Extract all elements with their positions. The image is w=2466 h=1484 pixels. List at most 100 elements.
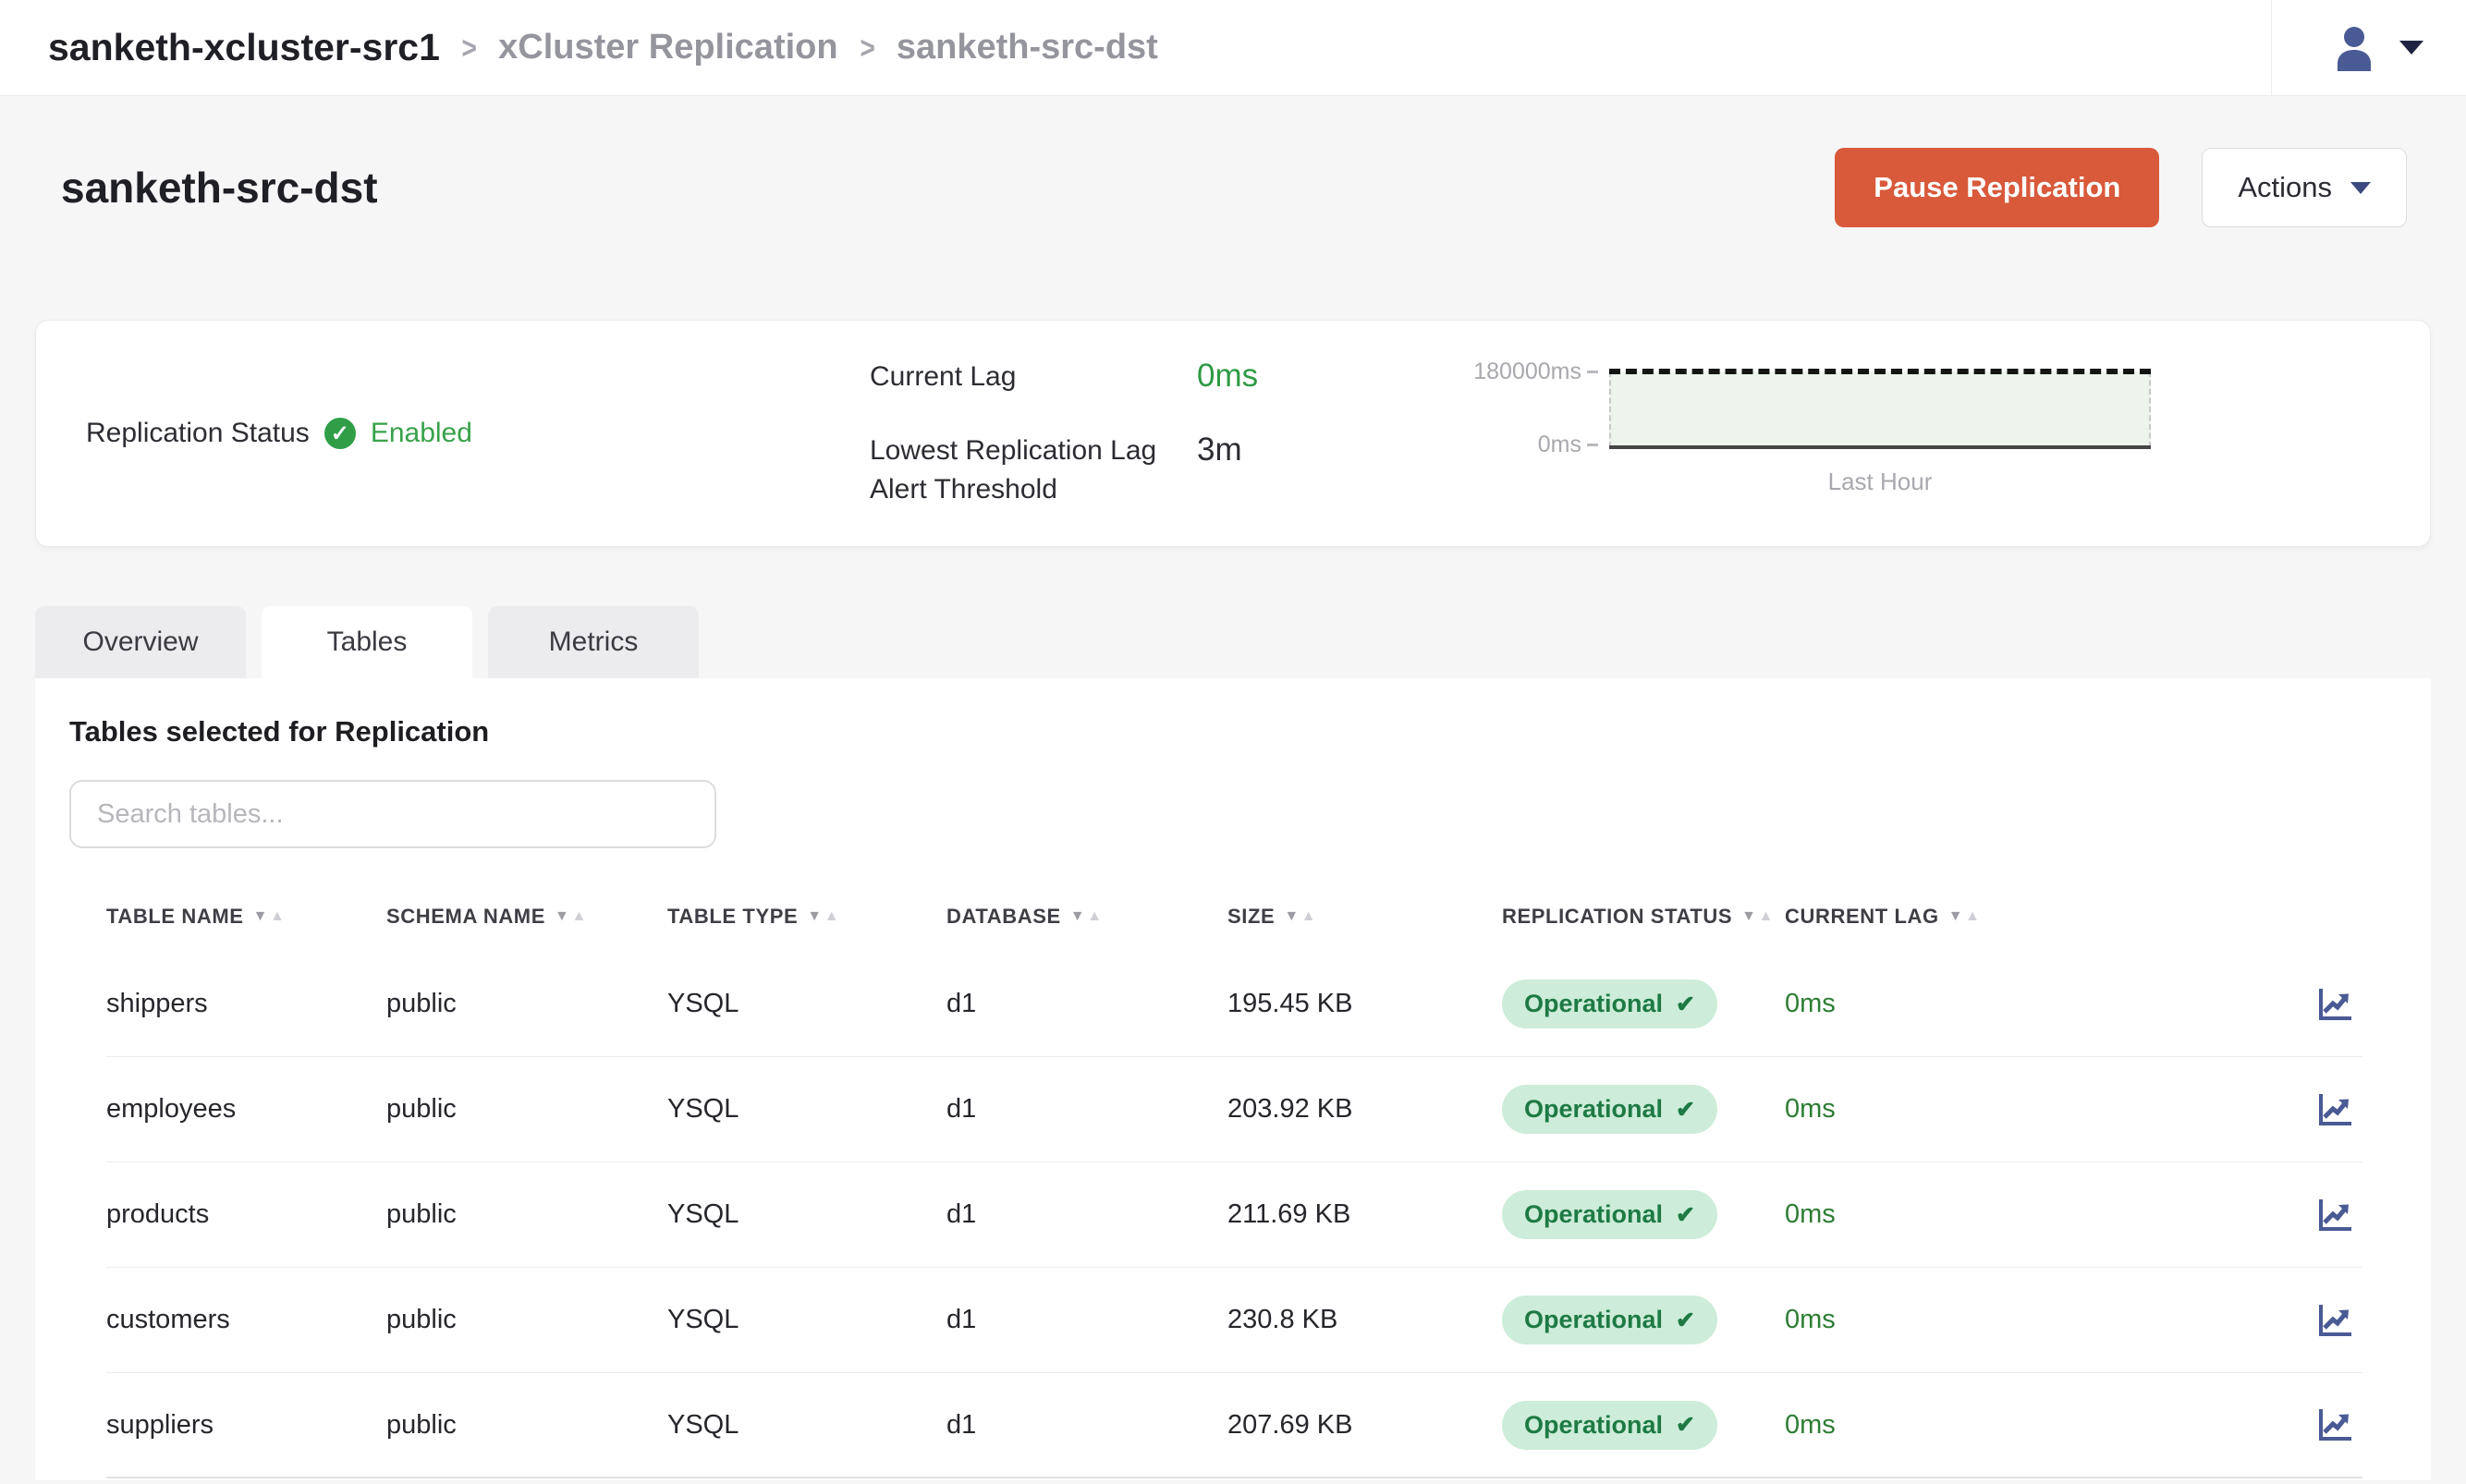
cell-database: d1 xyxy=(946,1094,1227,1125)
status-badge: Operational ✔ xyxy=(1502,1085,1717,1134)
cell-schema-name: public xyxy=(386,1199,667,1230)
chart-line-icon xyxy=(2314,1300,2355,1341)
column-header[interactable]: SIZE ▼ ▲ xyxy=(1227,905,1502,929)
breadcrumb-separator: > xyxy=(461,30,476,66)
cell-schema-name: public xyxy=(386,1094,667,1125)
replication-status-label: Replication Status xyxy=(86,418,310,449)
table-row: shippers public YSQL d1 195.45 KB Operat… xyxy=(106,952,2362,1057)
cell-current-lag: 0ms xyxy=(1785,1094,2173,1125)
check-icon: ✔ xyxy=(1676,1201,1695,1229)
cell-table-name: suppliers xyxy=(106,1410,386,1441)
cell-table-type: YSQL xyxy=(667,1305,946,1335)
tables-panel-heading: Tables selected for Replication xyxy=(69,715,2362,748)
cell-size: 195.45 KB xyxy=(1227,989,1502,1019)
column-header[interactable]: REPLICATION STATUS ▼ ▲ xyxy=(1502,905,1785,929)
chart-line-icon xyxy=(2314,984,2355,1025)
chart-line-icon xyxy=(2314,1195,2355,1235)
cell-table-type: YSQL xyxy=(667,989,946,1019)
cell-table-name: employees xyxy=(106,1094,386,1125)
sort-icon[interactable]: ▼ ▲ xyxy=(1070,909,1103,924)
chart-line-icon xyxy=(2314,1089,2355,1130)
search-tables-input[interactable] xyxy=(69,780,716,848)
caret-down-icon xyxy=(2399,41,2423,55)
lag-threshold-value: 3m xyxy=(1197,432,1480,468)
top-navbar: sanketh-xcluster-src1 > xCluster Replica… xyxy=(0,0,2466,96)
page-title: sanketh-src-dst xyxy=(61,163,378,213)
cell-current-lag: 0ms xyxy=(1785,1410,2173,1441)
current-lag-value: 0ms xyxy=(1197,358,1480,395)
lag-threshold-label: Lowest Replication Lag Alert Threshold xyxy=(870,432,1166,509)
column-header[interactable]: CURRENT LAG ▼ ▲ xyxy=(1785,905,2173,929)
sort-icon[interactable]: ▼ ▲ xyxy=(555,909,587,924)
pause-replication-button[interactable]: Pause Replication xyxy=(1835,148,2159,227)
tab-bar: OverviewTablesMetrics xyxy=(35,606,2431,678)
actions-button[interactable]: Actions xyxy=(2202,148,2407,227)
user-icon xyxy=(2333,25,2375,71)
table-row: customers public YSQL d1 230.8 KB Operat… xyxy=(106,1268,2362,1373)
sort-icon[interactable]: ▼ ▲ xyxy=(1741,909,1774,924)
table-row: products public YSQL d1 211.69 KB Operat… xyxy=(106,1162,2362,1268)
replication-tables-table: TABLE NAME ▼ ▲ SCHEMA NAME ▼ ▲ TABLE TYP… xyxy=(106,882,2362,1478)
replication-status: Replication Status ✓ Enabled xyxy=(36,418,870,449)
column-header[interactable]: TABLE NAME ▼ ▲ xyxy=(106,905,386,929)
lag-metrics: Current Lag 0ms Lowest Replication Lag A… xyxy=(870,358,1480,509)
sort-icon[interactable]: ▼ ▲ xyxy=(253,909,286,924)
tab-metrics[interactable]: Metrics xyxy=(488,606,699,678)
user-menu[interactable] xyxy=(2272,25,2466,71)
table-row: suppliers public YSQL d1 207.69 KB Opera… xyxy=(106,1373,2362,1478)
view-lag-chart-button[interactable] xyxy=(2314,1195,2355,1235)
cell-size: 230.8 KB xyxy=(1227,1305,1502,1335)
current-lag-label: Current Lag xyxy=(870,358,1166,396)
replication-status-value: Enabled xyxy=(371,418,472,449)
column-header[interactable]: DATABASE ▼ ▲ xyxy=(946,905,1227,929)
cell-current-lag: 0ms xyxy=(1785,989,2173,1019)
table-header-row: TABLE NAME ▼ ▲ SCHEMA NAME ▼ ▲ TABLE TYP… xyxy=(106,882,2362,952)
cell-schema-name: public xyxy=(386,1305,667,1335)
cell-database: d1 xyxy=(946,989,1227,1019)
check-icon: ✔ xyxy=(1676,991,1695,1018)
cell-table-type: YSQL xyxy=(667,1199,946,1230)
sort-icon[interactable]: ▼ ▲ xyxy=(1948,909,1981,924)
caret-down-icon xyxy=(2350,182,2371,194)
cell-table-type: YSQL xyxy=(667,1410,946,1441)
status-badge: Operational ✔ xyxy=(1502,979,1717,1028)
cell-current-lag: 0ms xyxy=(1785,1305,2173,1335)
lag-chart-x-label: Last Hour xyxy=(1609,468,2151,496)
tab-tables[interactable]: Tables xyxy=(262,606,472,678)
lag-threshold-line xyxy=(1609,369,2151,374)
view-lag-chart-button[interactable] xyxy=(2314,984,2355,1025)
replication-status-card: Replication Status ✓ Enabled Current Lag… xyxy=(35,320,2431,547)
breadcrumb-universe[interactable]: sanketh-xcluster-src1 xyxy=(48,26,440,69)
check-icon: ✔ xyxy=(1676,1096,1695,1124)
chart-line-icon xyxy=(2314,1405,2355,1445)
page-header: sanketh-src-dst Pause Replication Action… xyxy=(0,96,2466,227)
status-badge: Operational ✔ xyxy=(1502,1190,1717,1239)
status-badge: Operational ✔ xyxy=(1502,1295,1717,1344)
view-lag-chart-button[interactable] xyxy=(2314,1089,2355,1130)
column-header[interactable]: SCHEMA NAME ▼ ▲ xyxy=(386,905,667,929)
cell-table-type: YSQL xyxy=(667,1094,946,1125)
cell-table-name: customers xyxy=(106,1305,386,1335)
check-icon: ✔ xyxy=(1676,1307,1695,1334)
cell-size: 207.69 KB xyxy=(1227,1410,1502,1441)
actions-button-label: Actions xyxy=(2238,171,2332,204)
column-header[interactable]: TABLE TYPE ▼ ▲ xyxy=(667,905,946,929)
breadcrumb-section[interactable]: xCluster Replication xyxy=(498,28,837,67)
sort-icon[interactable]: ▼ ▲ xyxy=(807,909,839,924)
view-lag-chart-button[interactable] xyxy=(2314,1405,2355,1445)
current-lag-line xyxy=(1609,445,2151,449)
cell-database: d1 xyxy=(946,1199,1227,1230)
sort-icon[interactable]: ▼ ▲ xyxy=(1284,909,1316,924)
tab-overview[interactable]: Overview xyxy=(35,606,246,678)
cell-table-name: products xyxy=(106,1199,386,1230)
tables-panel: Tables selected for Replication TABLE NA… xyxy=(35,678,2431,1480)
y-axis-max-label: 180000ms xyxy=(1473,359,1598,385)
breadcrumb-separator: > xyxy=(860,30,874,66)
check-circle-icon: ✓ xyxy=(324,418,356,449)
view-lag-chart-button[interactable] xyxy=(2314,1300,2355,1341)
cell-size: 203.92 KB xyxy=(1227,1094,1502,1125)
cell-size: 211.69 KB xyxy=(1227,1199,1502,1230)
table-row: employees public YSQL d1 203.92 KB Opera… xyxy=(106,1057,2362,1162)
cell-current-lag: 0ms xyxy=(1785,1199,2173,1230)
table-body: shippers public YSQL d1 195.45 KB Operat… xyxy=(106,952,2362,1478)
